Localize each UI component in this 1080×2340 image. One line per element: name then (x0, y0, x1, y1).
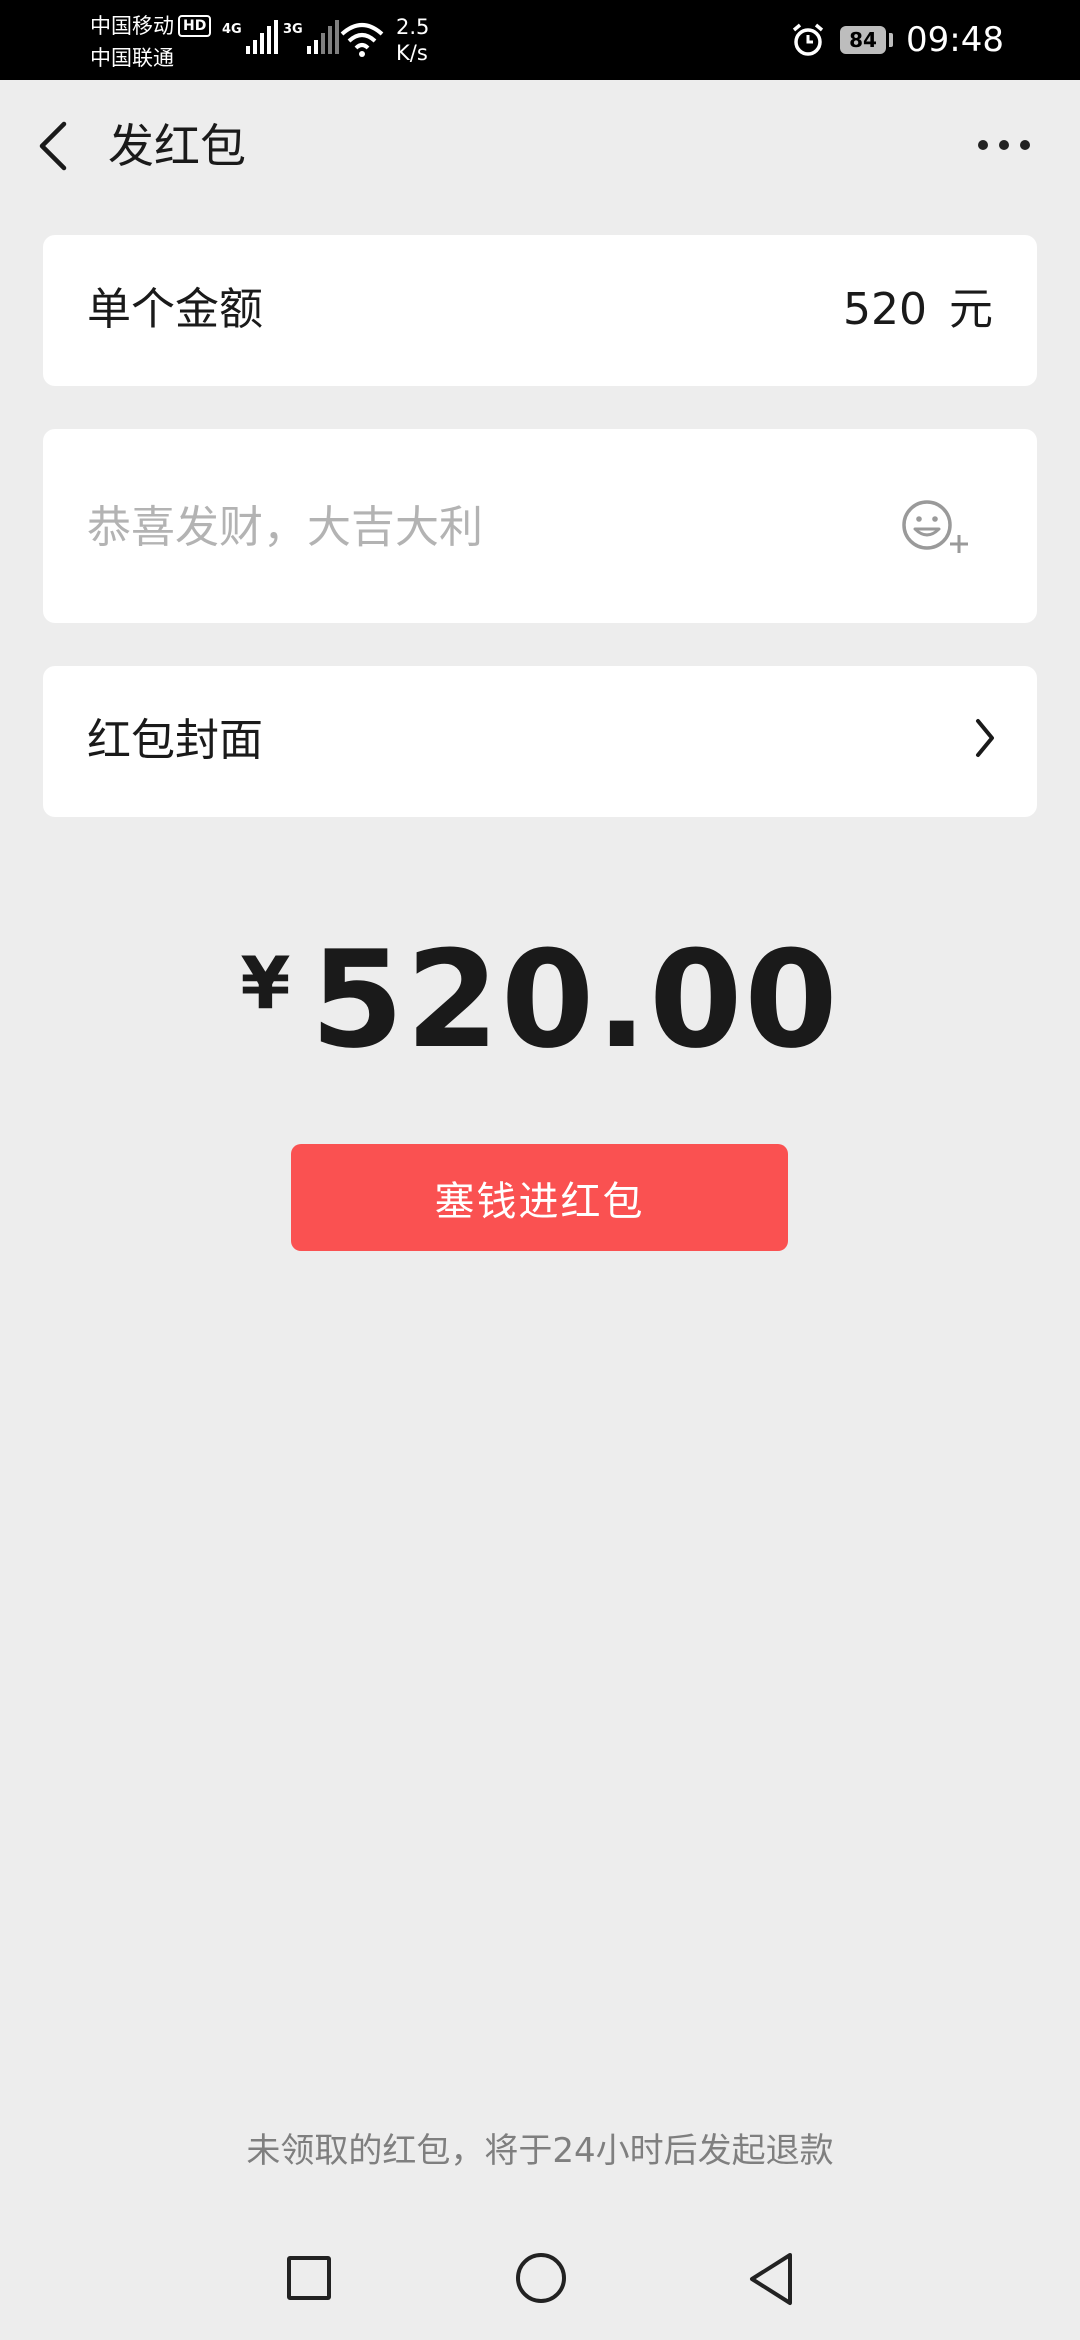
refund-note: 未领取的红包，将于24小时后发起退款 (246, 2131, 834, 2171)
emoji-add-icon[interactable] (901, 497, 973, 561)
recents-square-icon[interactable] (287, 2256, 331, 2300)
amount-row[interactable]: 单个金额 520 元 (43, 235, 1037, 386)
greeting-card (43, 429, 1037, 623)
screen: 中国移动 HD 中国联通 4G 3G 2.5 K/s 84 09:48 发红包 … (0, 0, 1080, 2340)
network-speed: 2.5 K/s (396, 14, 429, 66)
signal-icon (245, 18, 278, 54)
cover-row[interactable]: 红包封面 (43, 666, 1037, 817)
carrier-1: 中国移动 (90, 14, 174, 38)
chevron-right-icon (973, 716, 997, 764)
alarm-icon (790, 22, 826, 62)
hd-badge: HD (178, 15, 212, 37)
system-nav-bar (0, 2235, 1080, 2325)
greeting-input[interactable] (87, 497, 887, 557)
signal-group-1: 4G (222, 18, 278, 54)
carrier-2: 中国联通 (90, 46, 174, 70)
network-type-1: 4G (222, 22, 242, 37)
signal-icon (306, 18, 339, 54)
amount-input[interactable]: 520 (843, 280, 927, 340)
amount-label: 单个金额 (87, 284, 263, 335)
clock: 09:48 (906, 20, 1004, 60)
total-amount: ¥520.00 (0, 930, 1080, 1070)
home-circle-icon[interactable] (516, 2253, 566, 2303)
more-icon[interactable] (978, 140, 1030, 150)
carrier-info: 中国移动 HD 中国联通 (90, 10, 212, 74)
total-value: 520.00 (310, 922, 840, 1078)
status-bar: 中国移动 HD 中国联通 4G 3G 2.5 K/s 84 09:48 (0, 0, 1080, 80)
cover-label: 红包封面 (87, 715, 263, 766)
signal-group-2: 3G (283, 18, 339, 54)
battery-level: 84 (849, 28, 877, 52)
page-title: 发红包 (108, 119, 246, 173)
wifi-icon (340, 22, 384, 62)
speed-value: 2.5 (396, 15, 430, 39)
back-triangle-icon[interactable] (746, 2251, 796, 2311)
battery-icon: 84 (840, 26, 886, 54)
nav-bar: 发红包 (0, 80, 1080, 212)
amount-unit: 元 (949, 284, 993, 335)
network-type-2: 3G (283, 22, 303, 37)
currency-symbol: ¥ (240, 941, 291, 1025)
speed-unit: K/s (396, 41, 428, 65)
battery-tip (889, 33, 893, 47)
back-arrow-icon[interactable] (36, 120, 72, 176)
send-red-packet-button[interactable]: 塞钱进红包 (291, 1144, 788, 1251)
carrier-line-1: 中国移动 HD (90, 10, 212, 42)
